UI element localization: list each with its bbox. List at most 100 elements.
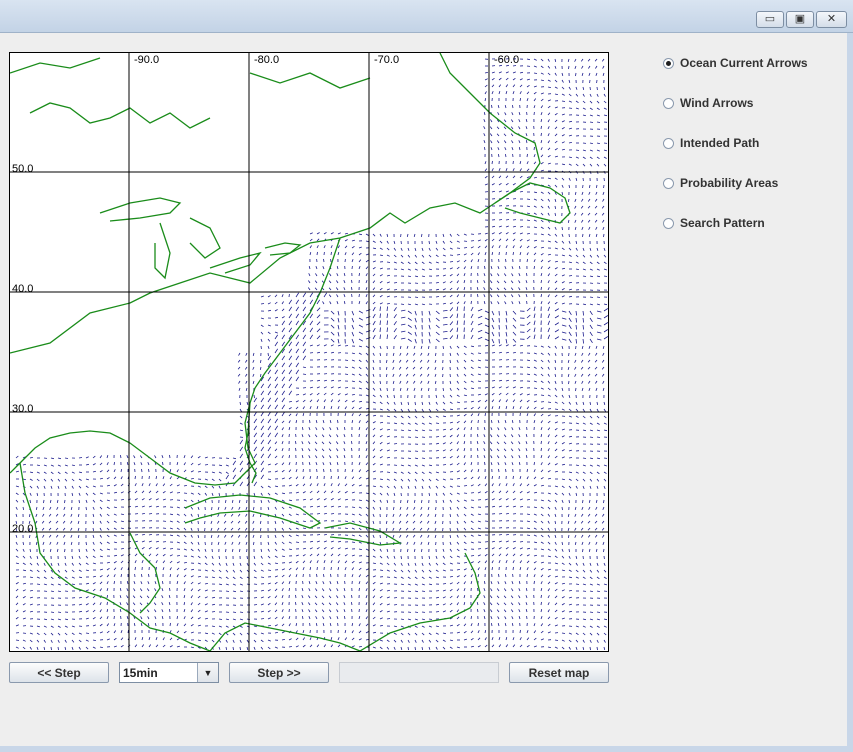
minimize-button[interactable]: ▭ (756, 11, 784, 28)
current-arrow (503, 602, 507, 606)
current-arrow (358, 331, 364, 335)
current-arrow (561, 610, 565, 613)
current-arrow (587, 198, 591, 202)
radio-ocean-current-arrows[interactable]: Ocean Current Arrows (663, 53, 808, 73)
current-arrow (99, 499, 103, 503)
maximize-button[interactable]: ▣ (786, 11, 814, 28)
current-arrow (582, 408, 585, 412)
current-arrow (442, 274, 446, 277)
current-arrow (491, 317, 495, 323)
current-arrow (99, 541, 103, 545)
current-arrow (393, 597, 398, 599)
current-arrow (589, 583, 593, 586)
current-arrow (420, 387, 423, 391)
radio-button[interactable] (663, 217, 674, 229)
current-arrow (456, 254, 461, 256)
current-arrow (302, 427, 304, 431)
current-arrow (274, 462, 278, 466)
current-arrow (329, 616, 332, 620)
current-arrow (176, 461, 179, 466)
radio-button[interactable] (663, 97, 674, 109)
current-arrow (393, 261, 397, 264)
current-arrow (64, 625, 68, 628)
radio-button[interactable] (663, 57, 674, 69)
current-arrow (400, 485, 403, 489)
current-arrow (484, 399, 488, 403)
current-arrow (358, 266, 361, 270)
close-button[interactable]: ✕ (816, 11, 847, 28)
radio-search-pattern[interactable]: Search Pattern (663, 213, 808, 233)
current-arrow (197, 485, 201, 488)
current-arrow (456, 575, 460, 578)
current-arrow (336, 434, 339, 438)
current-arrow (519, 547, 523, 550)
current-arrow (414, 408, 417, 412)
current-arrow (568, 198, 570, 202)
current-arrow (470, 387, 474, 390)
current-arrow (323, 560, 326, 564)
current-arrow (274, 534, 277, 538)
current-arrow (470, 484, 474, 487)
current-arrow (504, 266, 507, 270)
current-arrow (316, 498, 320, 501)
current-arrow (379, 485, 383, 488)
current-arrow (239, 460, 244, 466)
current-arrow (456, 420, 460, 424)
dropdown-arrow-icon[interactable]: ▼ (197, 663, 218, 682)
ocean-map[interactable]: -90.0 -80.0 -70.0 -60.0 50.0 40.0 30.0 2… (9, 52, 609, 652)
current-arrow (379, 280, 383, 284)
reset-map-button[interactable]: Reset map (509, 662, 609, 683)
current-arrow (343, 441, 346, 445)
interval-select[interactable]: 15min ▼ (119, 662, 219, 683)
current-arrow (561, 499, 564, 503)
radio-probability-areas[interactable]: Probability Areas (663, 173, 808, 193)
current-arrow (281, 334, 286, 340)
current-arrow (162, 644, 166, 648)
current-arrow (533, 400, 537, 403)
current-arrow (358, 567, 362, 571)
current-arrow (36, 555, 39, 560)
current-arrow (540, 574, 544, 578)
current-arrow (106, 574, 110, 578)
current-arrow (204, 583, 208, 585)
current-arrow (567, 373, 570, 378)
current-arrow (484, 317, 490, 321)
radio-intended-path[interactable]: Intended Path (663, 133, 808, 153)
current-arrow (589, 464, 593, 467)
current-arrow (281, 320, 286, 326)
current-arrow (568, 408, 572, 412)
current-arrow (414, 261, 418, 265)
current-arrow (503, 119, 507, 123)
step-forward-button[interactable]: Step >> (229, 662, 329, 683)
current-arrow (589, 618, 594, 621)
current-arrow (574, 191, 577, 195)
current-arrow (477, 476, 480, 480)
current-arrow (463, 534, 467, 538)
current-arrow (343, 448, 346, 452)
current-arrow (386, 435, 390, 438)
radio-wind-arrows[interactable]: Wind Arrows (663, 93, 808, 113)
step-back-button[interactable]: << Step (9, 662, 109, 683)
current-arrow (351, 520, 355, 523)
map-canvas[interactable]: -90.0 -80.0 -70.0 -60.0 50.0 40.0 30.0 2… (10, 53, 608, 651)
current-arrow (295, 413, 298, 417)
current-arrow (519, 553, 523, 557)
current-arrow (295, 400, 299, 403)
current-arrow (547, 320, 550, 326)
current-arrow (351, 623, 354, 627)
current-arrow (99, 470, 103, 473)
current-arrow (554, 345, 557, 349)
current-arrow (190, 623, 194, 627)
current-arrow (78, 499, 80, 504)
current-arrow (463, 638, 468, 641)
current-arrow (477, 336, 483, 340)
current-arrow (547, 434, 550, 438)
current-arrow (321, 588, 325, 592)
radio-button[interactable] (663, 137, 674, 149)
radio-button[interactable] (663, 177, 674, 189)
current-arrow (232, 460, 237, 466)
current-arrow (321, 595, 325, 599)
window-controls: ▭ ▣ ✕ (756, 11, 847, 28)
title-bar: ▭ ▣ ✕ (0, 0, 853, 33)
current-arrow (113, 491, 117, 494)
